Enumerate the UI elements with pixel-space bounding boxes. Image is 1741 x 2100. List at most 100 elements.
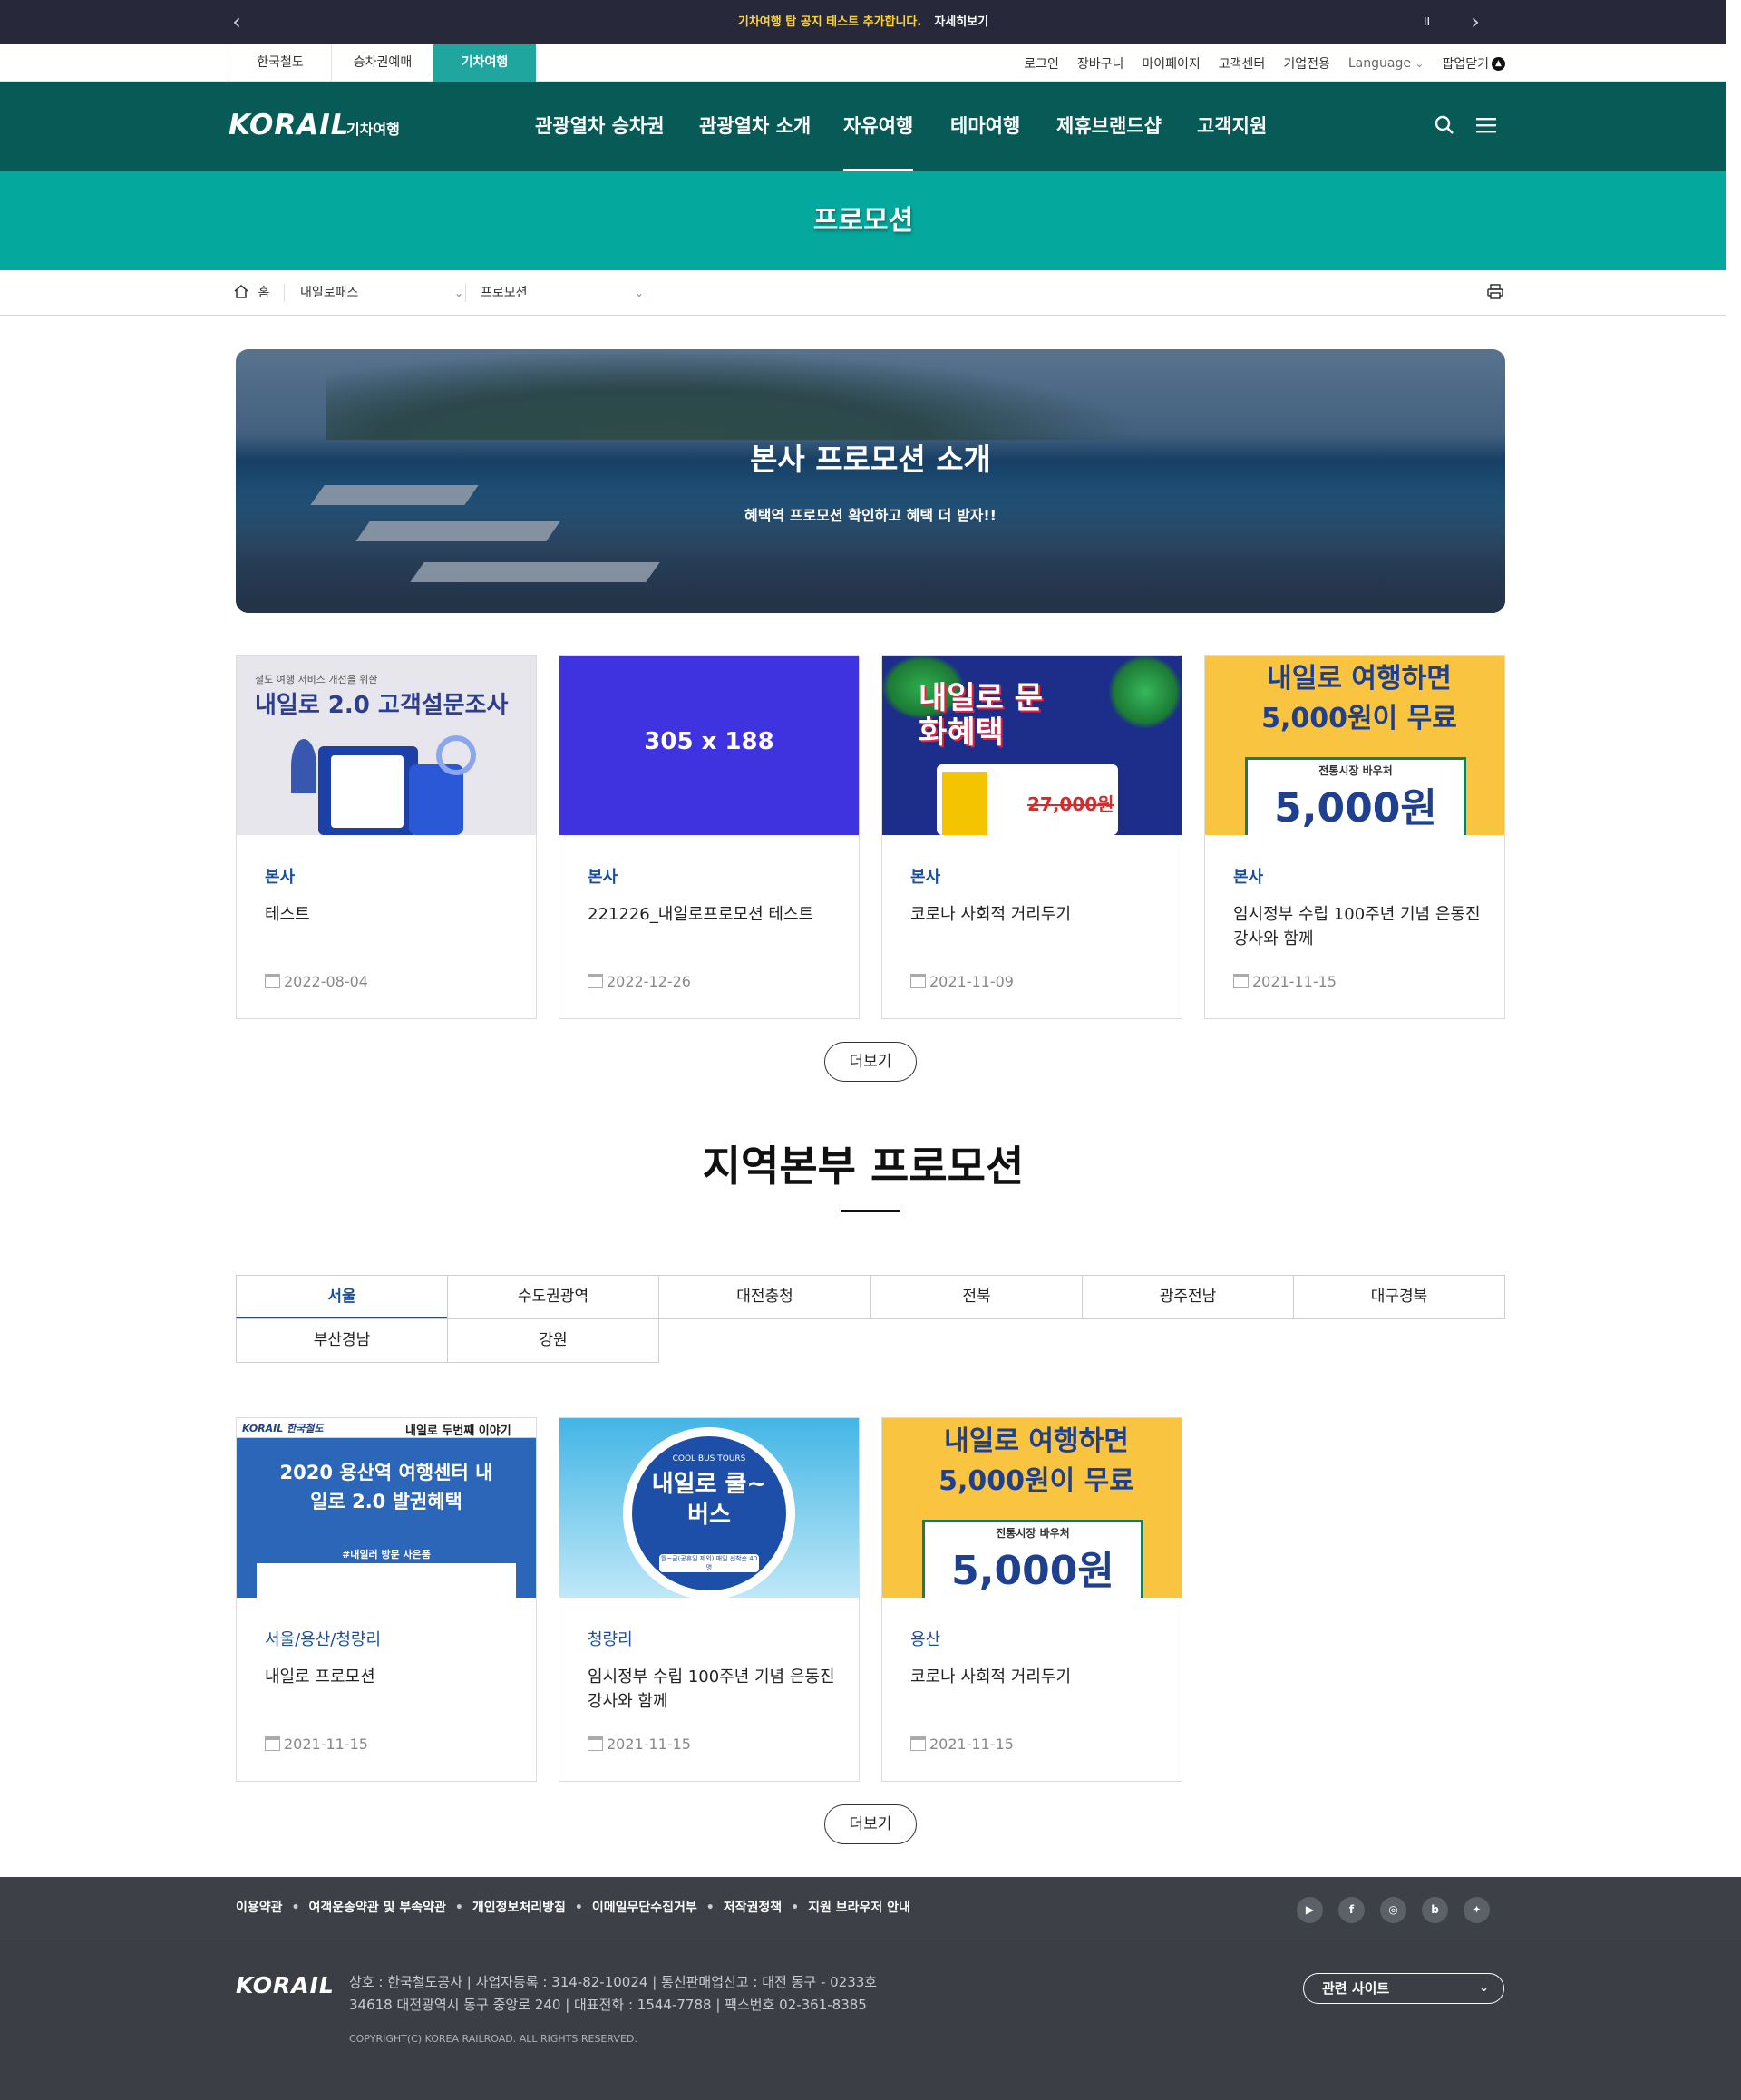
region-tab-busan[interactable]: 부산경남 — [236, 1318, 448, 1363]
related-sites-select[interactable]: 관련 사이트 ⌄ — [1303, 1973, 1504, 2004]
promotion-card[interactable]: 철도 여행 서비스 개선을 위한 내일로 2.0 고객설문조사 본사 테스트 2… — [236, 655, 537, 1019]
thumb-top-text: 내일로 두번째 이야기 — [405, 1424, 511, 1438]
region-tab-jeonbuk[interactable]: 전북 — [870, 1275, 1083, 1319]
card-title[interactable]: 코로나 사회적 거리두기 — [910, 1665, 1160, 1689]
region-more-button[interactable]: 더보기 — [824, 1804, 917, 1844]
breadcrumb-level2-select[interactable]: 프로모션 ⌄ — [481, 270, 644, 316]
card-date-text: 2021-11-15 — [607, 1735, 691, 1753]
card-thumbnail: 305 x 188 — [559, 656, 859, 835]
card-date-text: 2022-12-26 — [607, 973, 691, 990]
footer-link-transport-terms[interactable]: 여객운송약관 및 부속약관 — [308, 1901, 445, 1915]
hq-more-button[interactable]: 더보기 — [824, 1042, 917, 1082]
region-tab-daejeon[interactable]: 대전충청 — [658, 1275, 871, 1319]
region-tab-daegu[interactable]: 대구경북 — [1293, 1275, 1505, 1319]
utility-bar: 한국철도 승차권예매 기차여행 로그인 장바구니 마이페이지 고객센터 기업전용… — [0, 44, 1726, 82]
korail-logo[interactable]: KORAIL — [229, 109, 350, 141]
calendar-icon — [910, 1736, 926, 1751]
card-date: 2021-11-15 — [265, 1735, 368, 1753]
calendar-icon — [265, 1736, 280, 1751]
menu-icon[interactable] — [1474, 114, 1498, 138]
gnb-brand-shop[interactable]: 제휴브랜드샵 — [1056, 82, 1162, 171]
site-tab-travel[interactable]: 기차여행 — [433, 44, 536, 82]
card-thumbnail: KORAIL 한국철도 내일로 두번째 이야기 2020 용산역 여행센터 내일… — [237, 1418, 536, 1598]
region-promotion-card[interactable]: COOL BUS TOURS 내일로 쿨~버스 월~금(공휴일 제외) 매일 선… — [559, 1417, 860, 1782]
next-arrow-icon[interactable]: › — [1467, 9, 1483, 34]
promotion-card[interactable]: 내일로 여행하면 5,000원이 무료 전통시장 바우처 5,000원 본사 임… — [1204, 655, 1505, 1019]
site-tab-ticket[interactable]: 승차권예매 — [331, 44, 433, 82]
promotion-card[interactable]: 305 x 188 본사 221226_내일로프로모션 테스트 2022-12-… — [559, 655, 860, 1019]
card-title[interactable]: 임시정부 수립 100주년 기념 은동진 강사와 함께 — [588, 1665, 837, 1714]
twitter-icon[interactable]: ✦ — [1464, 1897, 1490, 1923]
card-thumbnail: 철도 여행 서비스 개선을 위한 내일로 2.0 고객설문조사 — [237, 656, 536, 835]
card-category: 용산 — [910, 1630, 941, 1649]
site-tab-korail[interactable]: 한국철도 — [229, 44, 331, 82]
card-title[interactable]: 코로나 사회적 거리두기 — [910, 902, 1160, 927]
card-title[interactable]: 내일로 프로모션 — [265, 1665, 514, 1689]
facebook-icon[interactable]: f — [1338, 1897, 1365, 1923]
card-title[interactable]: 임시정부 수립 100주년 기념 은동진 강사와 함께 — [1233, 902, 1483, 951]
business-link[interactable]: 기업전용 — [1283, 54, 1330, 73]
notice-more-link[interactable]: 자세히보기 — [934, 15, 988, 29]
footer-link-email-refusal[interactable]: 이메일무단수집거부 — [592, 1901, 697, 1915]
card-date: 2021-11-09 — [910, 973, 1014, 990]
print-icon[interactable] — [1487, 270, 1503, 316]
card-date-text: 2022-08-04 — [284, 973, 368, 990]
region-tab-seoul[interactable]: 서울 — [236, 1275, 448, 1319]
pause-icon[interactable]: II — [1424, 9, 1430, 34]
footer-link-browser[interactable]: 지원 브라우저 안내 — [808, 1901, 910, 1915]
instagram-icon[interactable]: ◎ — [1380, 1897, 1406, 1923]
thumb-price: 27,000원 — [1027, 793, 1114, 815]
search-icon[interactable] — [1433, 114, 1456, 138]
clipboard-paper — [331, 755, 404, 828]
footer-link-copyright[interactable]: 저작권정책 — [724, 1901, 782, 1915]
leaf-decoration — [1109, 656, 1182, 728]
voucher-amount: 5,000원 — [951, 1548, 1114, 1594]
card-category: 본사 — [1233, 868, 1264, 887]
customer-center-link[interactable]: 고객센터 — [1219, 54, 1266, 73]
popup-close-button[interactable]: 팝업닫기 ▲ — [1442, 54, 1505, 73]
card-title[interactable]: 테스트 — [265, 902, 514, 927]
card-title[interactable]: 221226_내일로프로모션 테스트 — [588, 902, 837, 927]
footer-link-terms[interactable]: 이용약관 — [236, 1901, 283, 1915]
cart-link[interactable]: 장바구니 — [1077, 54, 1124, 73]
breadcrumb-divider — [284, 284, 285, 302]
blog-icon[interactable]: b — [1422, 1897, 1448, 1923]
thumb-headline: 내일로 2.0 고객설문조사 — [255, 692, 509, 719]
breadcrumb-level1-select[interactable]: 내일로패스 ⌄ — [300, 270, 463, 316]
thumb-caption: 철도 여행 서비스 개선을 위한 — [255, 674, 378, 685]
plant-illustration — [291, 739, 316, 793]
gnb-tourist-train-intro[interactable]: 관광열차 소개 — [699, 82, 811, 171]
region-promotion-card[interactable]: 내일로 여행하면 5,000원이 무료 전통시장 바우처 5,000원 용산 코… — [881, 1417, 1182, 1782]
region-promotion-card[interactable]: KORAIL 한국철도 내일로 두번째 이야기 2020 용산역 여행센터 내일… — [236, 1417, 537, 1782]
breadcrumb-home[interactable]: 홈 — [234, 270, 269, 316]
hq-promotion-hero-banner: 본사 프로모션 소개 혜택역 프로모션 확인하고 혜택 더 받자!! — [236, 349, 1505, 613]
card-date: 2021-11-15 — [588, 1735, 691, 1753]
gnb-customer-support[interactable]: 고객지원 — [1197, 82, 1267, 171]
region-tab-gwangju[interactable]: 광주전남 — [1082, 1275, 1294, 1319]
card-thumbnail: 내일로 여행하면 5,000원이 무료 전통시장 바우처 5,000원 — [882, 1418, 1182, 1598]
footer-link-privacy[interactable]: 개인정보처리방침 — [472, 1901, 566, 1915]
login-link[interactable]: 로그인 — [1024, 54, 1059, 73]
footer-link-separator: • — [291, 1901, 300, 1915]
top-notice-bar: ‹ 기차여행 탑 공지 테스트 추가합니다. 자세히보기 II › — [0, 0, 1726, 44]
card-category: 청량리 — [588, 1630, 633, 1649]
logo-subtitle[interactable]: 기차여행 — [346, 117, 400, 139]
gnb-theme-travel[interactable]: 테마여행 — [950, 82, 1020, 171]
mypage-link[interactable]: 마이페이지 — [1142, 54, 1200, 73]
promotion-card[interactable]: 내일로 문화혜택 27,000원 본사 코로나 사회적 거리두기 2021-11… — [881, 655, 1182, 1019]
region-tab-capital[interactable]: 수도권광역 — [447, 1275, 659, 1319]
calendar-icon — [588, 1736, 603, 1751]
notice-text[interactable]: 기차여행 탑 공지 테스트 추가합니다. — [738, 15, 921, 29]
gnb-tourist-train-ticket[interactable]: 관광열차 승차권 — [535, 82, 665, 171]
gnb-free-travel[interactable]: 자유여행 — [843, 82, 914, 171]
youtube-icon[interactable]: ▶ — [1297, 1897, 1323, 1923]
card-thumbnail: 내일로 문화혜택 27,000원 — [882, 656, 1182, 835]
card-category: 본사 — [588, 868, 618, 887]
section-title-underline — [841, 1210, 900, 1212]
language-select[interactable]: Language ⌄ — [1348, 56, 1425, 71]
region-tab-gangwon[interactable]: 강원 — [447, 1318, 659, 1363]
breadcrumb-divider — [465, 284, 466, 302]
related-sites-label: 관련 사이트 — [1322, 1980, 1390, 1997]
card-thumbnail: COOL BUS TOURS 내일로 쿨~버스 월~금(공휴일 제외) 매일 선… — [559, 1418, 859, 1598]
footer-links-bar: 이용약관 • 여객운송약관 및 부속약관 • 개인정보처리방침 • 이메일무단수집거부 • 저작… — [0, 1877, 1741, 1940]
